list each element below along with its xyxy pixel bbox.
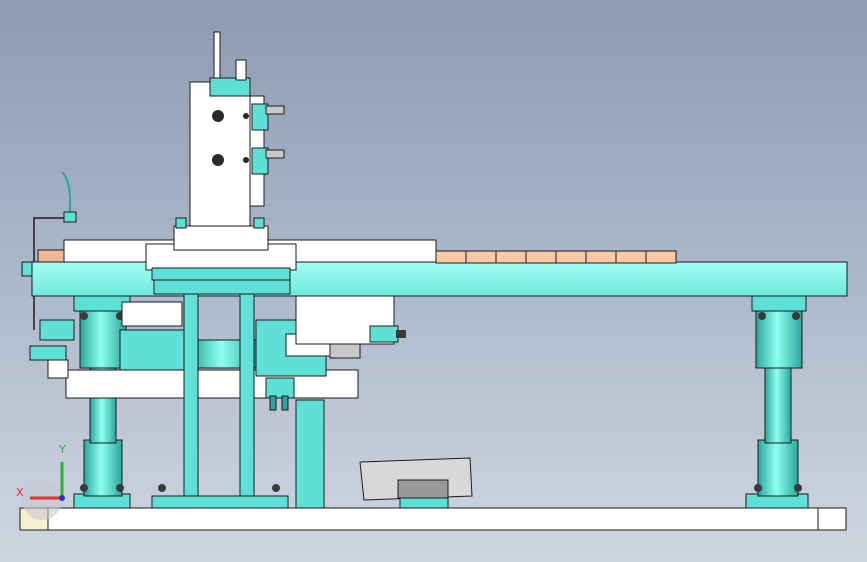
bolt-icon <box>158 484 166 492</box>
bolt-icon <box>80 312 88 320</box>
bolt-icon <box>792 312 800 320</box>
y-axis-label: Y <box>59 443 66 456</box>
bolt-icon <box>272 484 280 492</box>
pad-6 <box>585 250 617 264</box>
bolt-icon <box>212 154 224 166</box>
bolt-icon <box>758 312 766 320</box>
triad-sphere <box>22 480 62 520</box>
bolt-icon <box>116 484 124 492</box>
pad-1 <box>435 250 467 264</box>
pad-4 <box>525 250 557 264</box>
base-plate[interactable] <box>19 507 847 531</box>
bolt-icon <box>794 484 802 492</box>
left-support-column[interactable] <box>73 294 131 509</box>
x-axis-label: X <box>16 486 24 499</box>
z-axis-dot <box>59 495 65 501</box>
bolt-icon <box>754 484 762 492</box>
pad-5 <box>555 250 587 264</box>
right-support-column[interactable] <box>745 294 809 509</box>
pad-8 <box>645 250 677 264</box>
assembly-drawing[interactable] <box>0 0 867 562</box>
bolt-icon <box>212 110 224 122</box>
foot-pedal[interactable] <box>359 457 473 509</box>
sensor-cable <box>61 171 71 216</box>
piston-rod <box>213 31 221 79</box>
cad-viewport[interactable]: Y X <box>0 0 867 562</box>
pad-2 <box>465 250 497 264</box>
vertical-slide-unit[interactable] <box>173 31 269 251</box>
bolt-icon <box>80 484 88 492</box>
pad-3 <box>495 250 527 264</box>
pad-7 <box>615 250 647 264</box>
pad-row <box>435 250 677 264</box>
